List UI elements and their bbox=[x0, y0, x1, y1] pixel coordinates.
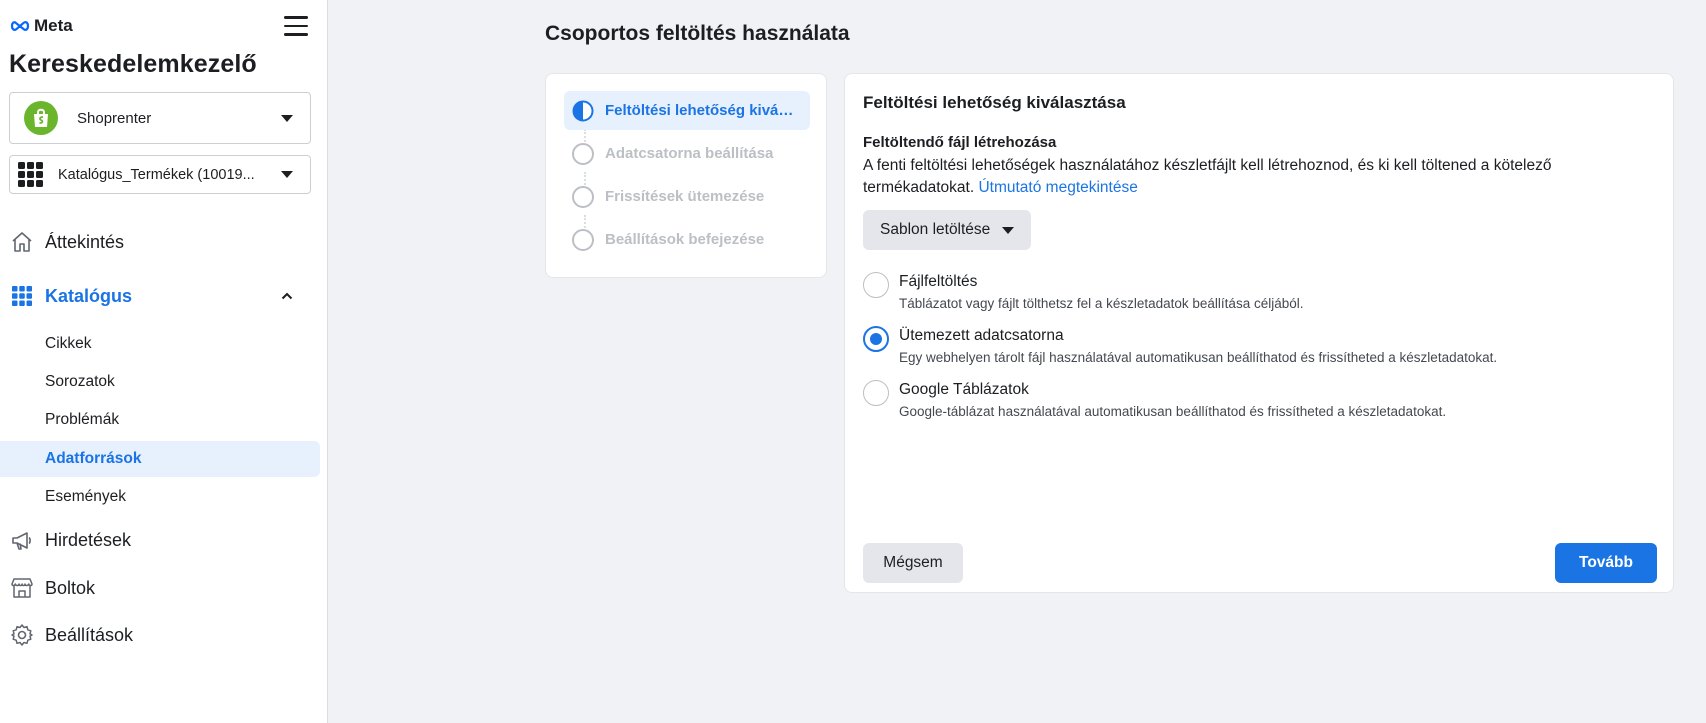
catalog-grid-icon bbox=[9, 283, 35, 309]
nav-shops-label: Boltok bbox=[45, 577, 96, 598]
sidebar: Meta Kereskedelemkezelő Shoprenter Katal… bbox=[0, 0, 328, 723]
section-title: Feltöltendő fájl létrehozása bbox=[863, 134, 1057, 151]
sidebar-item-sorozatok[interactable]: Sorozatok bbox=[0, 364, 320, 400]
option-title: Google Táblázatok bbox=[899, 381, 1029, 398]
catalog-selector[interactable]: Katalógus_Termékek (10019... bbox=[9, 155, 311, 194]
sidebar-item-adatforrasok[interactable]: Adatforrások bbox=[0, 441, 320, 477]
step-circle-icon bbox=[572, 228, 594, 251]
step-label: Adatcsatorna beállítása bbox=[605, 145, 774, 162]
nav-catalog[interactable]: Katalógus bbox=[9, 283, 132, 309]
nav-shops[interactable]: Boltok bbox=[9, 575, 95, 601]
nav-ads-label: Hirdetések bbox=[45, 529, 132, 550]
caret-down-icon bbox=[281, 114, 293, 122]
shop-icon bbox=[9, 575, 35, 601]
step-label: Feltöltési lehetőség kiválasztása bbox=[605, 102, 797, 119]
meta-logo[interactable]: Meta bbox=[9, 16, 73, 36]
sidebar-item-problemak[interactable]: Problémák bbox=[0, 402, 320, 438]
caret-down-icon bbox=[1002, 226, 1015, 234]
download-template-button[interactable]: Sablon letöltése bbox=[863, 210, 1032, 250]
step-label: Beállítások befejezése bbox=[605, 231, 765, 248]
half-circle-progress-icon bbox=[572, 100, 594, 121]
option-description: Egy webhelyen tárolt fájl használatával … bbox=[899, 350, 1498, 365]
guide-link[interactable]: Útmutató megtekintése bbox=[978, 179, 1137, 196]
step-circle-icon bbox=[572, 142, 594, 165]
upload-option-card: Feltöltési lehetőség kiválasztása Feltöl… bbox=[844, 73, 1674, 593]
step-finish-settings: Beállítások befejezése bbox=[564, 220, 810, 259]
gear-icon bbox=[9, 622, 35, 648]
catalog-selector-label: Katalógus_Termékek (10019... bbox=[58, 166, 255, 183]
menu-icon[interactable] bbox=[284, 16, 308, 36]
nav-overview[interactable]: Áttekintés bbox=[9, 229, 124, 255]
option-description: Google-táblázat használatával automatiku… bbox=[899, 404, 1447, 419]
download-template-label: Sablon letöltése bbox=[880, 221, 991, 238]
sidebar-item-esemenyek[interactable]: Események bbox=[0, 479, 320, 515]
steps-card: Feltöltési lehetőség kiválasztása Adatcs… bbox=[545, 73, 827, 278]
next-button[interactable]: Tovább bbox=[1555, 543, 1657, 583]
business-selector[interactable]: Shoprenter bbox=[9, 92, 311, 144]
app-title: Kereskedelemkezelő bbox=[9, 50, 257, 78]
home-icon bbox=[9, 229, 35, 255]
step-choose-upload-option[interactable]: Feltöltési lehetőség kiválasztása bbox=[564, 91, 810, 130]
meta-infinity-icon bbox=[10, 21, 30, 31]
sidebar-item-cikkek[interactable]: Cikkek bbox=[0, 326, 320, 362]
caret-down-icon bbox=[281, 171, 293, 178]
option-file-upload[interactable]: Fájlfeltöltés Táblázatot vagy fájlt tölt… bbox=[863, 271, 1303, 311]
chevron-up-icon[interactable] bbox=[281, 290, 293, 302]
meta-logo-text: Meta bbox=[34, 16, 73, 35]
nav-overview-label: Áttekintés bbox=[45, 231, 125, 252]
nav-ads[interactable]: Hirdetések bbox=[9, 527, 131, 553]
section-description-text: A fenti feltöltési lehetőségek használat… bbox=[863, 157, 1552, 196]
option-scheduled-feed[interactable]: Ütemezett adatcsatorna Egy webhelyen tár… bbox=[863, 325, 1497, 365]
business-selector-label: Shoprenter bbox=[77, 109, 152, 127]
step-schedule-updates: Frissítések ütemezése bbox=[564, 177, 810, 216]
scheduled-feed-radio[interactable] bbox=[863, 326, 889, 352]
step-feed-setup: Adatcsatorna beállítása bbox=[564, 134, 810, 173]
option-description: Táblázatot vagy fájlt tölthetsz fel a ké… bbox=[899, 296, 1304, 311]
option-title: Fájlfeltöltés bbox=[899, 273, 978, 290]
step-label: Frissítések ütemezése bbox=[605, 188, 765, 205]
nav-settings-label: Beállítások bbox=[45, 624, 134, 645]
nav-catalog-label: Katalógus bbox=[45, 285, 133, 306]
catalog-grid-icon bbox=[18, 162, 43, 187]
google-sheets-radio[interactable] bbox=[863, 380, 889, 406]
megaphone-icon bbox=[9, 527, 35, 553]
section-description: A fenti feltöltési lehetőségek használat… bbox=[863, 155, 1623, 199]
nav-settings[interactable]: Beállítások bbox=[9, 622, 133, 648]
option-title: Ütemezett adatcsatorna bbox=[899, 327, 1064, 344]
shop-logo-icon bbox=[24, 101, 58, 135]
card-title: Feltöltési lehetőség kiválasztása bbox=[863, 93, 1126, 112]
cancel-button[interactable]: Mégsem bbox=[863, 543, 963, 583]
option-google-sheets[interactable]: Google Táblázatok Google-táblázat haszná… bbox=[863, 379, 1446, 419]
page-title: Csoportos feltöltés használata bbox=[545, 22, 850, 45]
step-circle-icon bbox=[572, 185, 594, 208]
file-upload-radio[interactable] bbox=[863, 272, 889, 298]
